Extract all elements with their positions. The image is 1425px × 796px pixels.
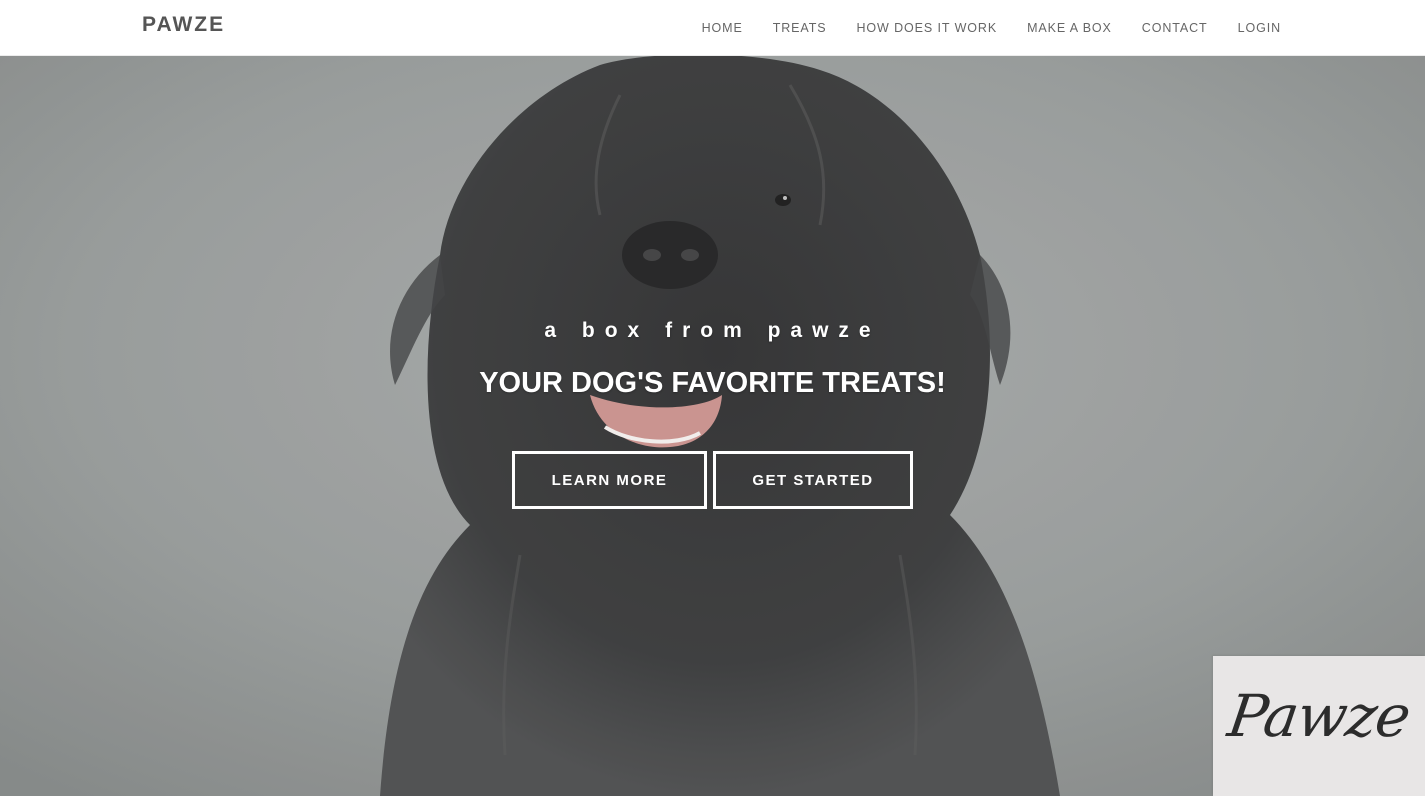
top-navbar: PAWZE HOME TREATS HOW DOES IT WORK MAKE … bbox=[0, 0, 1425, 56]
nav-link-home[interactable]: HOME bbox=[702, 21, 743, 35]
nav-item-login: LOGIN bbox=[1238, 19, 1281, 37]
nav-item-how-it-works: HOW DOES IT WORK bbox=[857, 19, 998, 37]
nav-item-make-a-box: MAKE A BOX bbox=[1027, 19, 1112, 37]
hero-content: a box from pawze YOUR DOG'S FAVORITE TRE… bbox=[0, 317, 1425, 509]
hero-title: YOUR DOG'S FAVORITE TREATS! bbox=[479, 367, 946, 399]
nav-item-contact: CONTACT bbox=[1142, 19, 1208, 37]
nav-menu: HOME TREATS HOW DOES IT WORK MAKE A BOX … bbox=[672, 0, 1281, 55]
nav-item-home: HOME bbox=[702, 19, 743, 37]
nav-link-make-a-box[interactable]: MAKE A BOX bbox=[1027, 21, 1112, 35]
nav-link-treats[interactable]: TREATS bbox=[773, 21, 827, 35]
nav-link-how-it-works[interactable]: HOW DOES IT WORK bbox=[857, 21, 998, 35]
learn-more-button[interactable]: LEARN MORE bbox=[512, 451, 707, 509]
pawze-logo-badge: Pawze bbox=[1213, 656, 1425, 796]
nav-link-login[interactable]: LOGIN bbox=[1238, 21, 1281, 35]
nav-link-contact[interactable]: CONTACT bbox=[1142, 21, 1208, 35]
brand-logo-link[interactable]: PAWZE bbox=[142, 13, 225, 37]
hero-buttons: LEARN MORE GET STARTED bbox=[0, 451, 1425, 509]
page: PAWZE HOME TREATS HOW DOES IT WORK MAKE … bbox=[0, 0, 1425, 796]
hero-section: a box from pawze YOUR DOG'S FAVORITE TRE… bbox=[0, 55, 1425, 796]
pawze-script-logo: Pawze bbox=[1223, 682, 1415, 750]
get-started-button[interactable]: GET STARTED bbox=[713, 451, 913, 509]
hero-tagline: a box from pawze bbox=[544, 319, 881, 342]
nav-item-treats: TREATS bbox=[773, 19, 827, 37]
